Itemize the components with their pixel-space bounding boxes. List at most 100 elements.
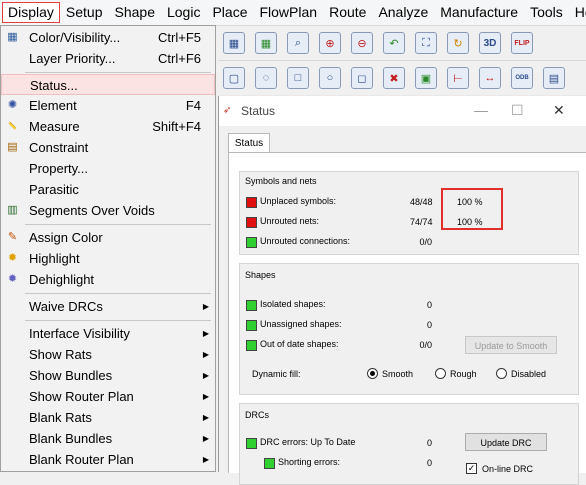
menu-item-show-bundles[interactable]: Show Bundles ▶ <box>1 365 215 386</box>
menu-item-measure[interactable]: 📏 Measure Shift+F4 <box>1 116 215 137</box>
menu-item-segments-over-voids[interactable]: ▥ Segments Over Voids <box>1 200 215 221</box>
menu-item-assign-color[interactable]: ✎ Assign Color <box>1 227 215 248</box>
menu-item-shortcut: Shift+F4 <box>152 119 201 134</box>
dynamic-fill-label: Dynamic fill: <box>252 369 301 379</box>
menu-item-interface-visibility[interactable]: Interface Visibility ▶ <box>1 323 215 344</box>
status-indicator <box>264 458 275 469</box>
rect-shape-icon[interactable]: □ <box>287 67 309 89</box>
square-shape-icon[interactable]: ◻ <box>351 67 373 89</box>
menu-setup[interactable]: Setup <box>60 2 109 23</box>
row-label: Unassigned shapes: <box>260 319 342 329</box>
annotation-highlight-box <box>441 188 503 230</box>
menu-item-color-visibility[interactable]: ▦ Color/Visibility... Ctrl+F5 <box>1 27 215 48</box>
menu-item-label: Waive DRCs <box>29 299 103 314</box>
smooth-radio[interactable] <box>367 368 378 379</box>
menu-item-element[interactable]: ✺ Element F4 <box>1 95 215 116</box>
menu-item-layer-priority[interactable]: Layer Priority... Ctrl+F6 <box>1 48 215 69</box>
menu-item-waive-drcs[interactable]: Waive DRCs ▶ <box>1 296 215 317</box>
dehighlight-icon: ✹ <box>7 273 18 285</box>
menu-item-show-router-plan[interactable]: Show Router Plan ▶ <box>1 386 215 407</box>
zoom-world-icon[interactable]: ⛶ <box>415 32 437 54</box>
menu-item-blank-router-plan[interactable]: Blank Router Plan ▶ <box>1 449 215 470</box>
menu-item-blank-bundles[interactable]: Blank Bundles ▶ <box>1 428 215 449</box>
menu-item-show-rats[interactable]: Show Rats ▶ <box>1 344 215 365</box>
menu-item-label: Layer Priority... <box>29 51 116 66</box>
round-shape-icon[interactable]: ○ <box>319 67 341 89</box>
row-label: Shorting errors: <box>278 457 341 467</box>
rough-radio[interactable] <box>435 368 446 379</box>
row-label: Unrouted nets: <box>260 216 320 226</box>
status-indicator <box>246 340 257 351</box>
menu-manufacture[interactable]: Manufacture <box>434 2 524 23</box>
menu-separator <box>25 72 211 73</box>
menu-item-label: Interface Visibility <box>29 326 130 341</box>
submenu-arrow-icon: ▶ <box>202 413 209 422</box>
maximize-icon[interactable]: ☐ <box>511 102 524 119</box>
zoom-previous-icon[interactable]: ↶ <box>383 32 405 54</box>
zoom-out-icon[interactable]: ⊖ <box>351 32 373 54</box>
tab-status[interactable]: Status <box>228 133 270 154</box>
row-count: 74/74 <box>410 217 433 227</box>
delete-icon[interactable]: ✖ <box>383 67 405 89</box>
toolbar-view: ▦ ▦ ⌕ ⊕ ⊖ ↶ ⛶ ↻ 3D FLIP <box>218 26 586 60</box>
minimize-icon[interactable]: — <box>474 102 488 118</box>
grid-view-icon[interactable]: ▤ <box>543 67 565 89</box>
menu-place[interactable]: Place <box>206 2 253 23</box>
menu-item-highlight[interactable]: ✹ Highlight <box>1 248 215 269</box>
odb-icon[interactable]: ODB <box>511 67 533 89</box>
row-count: 0 <box>426 458 432 468</box>
menu-item-label: Property... <box>29 161 89 176</box>
menu-display[interactable]: Display <box>2 2 60 23</box>
menu-route[interactable]: Route <box>323 2 372 23</box>
menu-shape[interactable]: Shape <box>109 2 161 23</box>
menu-tools[interactable]: Tools <box>524 2 569 23</box>
shape-icon[interactable]: ▢ <box>223 67 245 89</box>
menu-item-label: Parasitic <box>29 182 79 197</box>
menu-item-label: Blank Rats <box>29 410 92 425</box>
circle-shape-icon[interactable]: ◌ <box>255 67 277 89</box>
row-label: Isolated shapes: <box>260 299 326 309</box>
update-drc-button[interactable]: Update DRC <box>465 433 547 451</box>
submenu-arrow-icon: ▶ <box>202 302 209 311</box>
menu-analyze[interactable]: Analyze <box>372 2 434 23</box>
row-count: 0 <box>426 320 432 330</box>
zoom-in-icon[interactable]: ⊕ <box>319 32 341 54</box>
app-icon: ➶ <box>223 105 232 116</box>
menu-separator <box>25 293 211 294</box>
update-to-smooth-button[interactable]: Update to Smooth <box>465 336 557 354</box>
3d-view-icon[interactable]: 3D <box>479 32 501 54</box>
menu-item-dehighlight[interactable]: ✹ Dehighlight <box>1 269 215 290</box>
menu-flowplan[interactable]: FlowPlan <box>253 2 323 23</box>
online-drc-label: On-line DRC <box>482 464 534 474</box>
grid-snap-icon[interactable]: ▦ <box>255 32 277 54</box>
zoom-fit-icon[interactable]: ⌕ <box>287 32 309 54</box>
menu-separator <box>25 320 211 321</box>
menu-logic[interactable]: Logic <box>161 2 206 23</box>
menu-item-label: Element <box>29 98 77 113</box>
close-icon[interactable]: ✕ <box>553 102 565 119</box>
menu-item-parasitic[interactable]: Parasitic <box>1 179 215 200</box>
disabled-radio[interactable] <box>496 368 507 379</box>
row-label: Out of date shapes: <box>260 339 339 349</box>
redraw-icon[interactable]: ↻ <box>447 32 469 54</box>
menu-item-label: Show Rats <box>29 347 92 362</box>
measure-icon: 📏 <box>8 123 17 130</box>
flip-icon[interactable]: FLIP <box>511 32 533 54</box>
online-drc-checkbox[interactable]: ✓ <box>466 463 477 474</box>
menu-item-blank-rats[interactable]: Blank Rats ▶ <box>1 407 215 428</box>
menu-item-property[interactable]: Property... <box>1 158 215 179</box>
grid-icon[interactable]: ▦ <box>223 32 245 54</box>
component-icon[interactable]: ▣ <box>415 67 437 89</box>
menu-item-label: Dehighlight <box>29 272 95 287</box>
row-count: 0/0 <box>419 340 432 350</box>
submenu-arrow-icon: ▶ <box>202 455 209 464</box>
menu-item-label: Measure <box>29 119 80 134</box>
measure-dimension-icon[interactable]: ↔ <box>479 67 501 89</box>
row-count: 0 <box>426 438 432 448</box>
menu-item-status[interactable]: Status... <box>1 74 215 95</box>
menu-help[interactable]: Help <box>569 2 586 23</box>
group-header: DRCs <box>245 410 269 420</box>
dimension-icon[interactable]: ⊢ <box>447 67 469 89</box>
menu-bar: Display Setup Shape Logic Place FlowPlan… <box>0 0 586 26</box>
menu-item-constraint[interactable]: ▤ Constraint <box>1 137 215 158</box>
